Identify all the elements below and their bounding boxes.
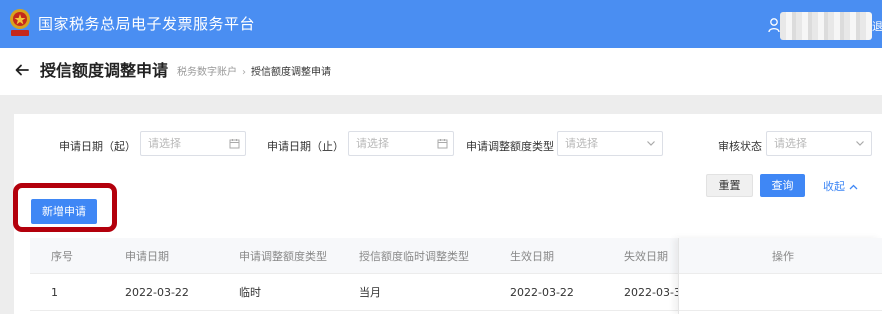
highlight-annotation-box [13, 183, 117, 232]
filter-label-start-date: 申请日期（起） [59, 140, 136, 153]
chevron-up-icon [849, 184, 858, 189]
chevron-right-icon: › [242, 67, 246, 78]
logout-link[interactable]: 退出 [872, 18, 882, 34]
column-header-index: 序号 [51, 250, 73, 263]
breadcrumb-item-current: 授信额度调整申请 [251, 67, 331, 78]
column-header-expiry-date: 失效日期 [624, 250, 668, 263]
adjust-type-select[interactable]: 请选择 [557, 131, 663, 156]
calendar-icon [229, 139, 240, 149]
column-header-apply-date: 申请日期 [125, 250, 169, 263]
user-icon [768, 18, 780, 33]
calendar-icon [437, 139, 448, 149]
column-header-temp-adjust-type: 授信额度临时调整类型 [359, 250, 469, 263]
page-title: 授信额度调整申请 [40, 61, 169, 80]
table-cell-effective-date: 2022-03-22 [510, 286, 574, 299]
query-button[interactable]: 查询 [760, 174, 805, 197]
chevron-down-icon [647, 141, 655, 146]
breadcrumb-item-account[interactable]: 税务数字账户 [177, 67, 237, 78]
reset-button[interactable]: 重置 [706, 174, 753, 197]
end-date-placeholder: 请选择 [356, 137, 389, 150]
page-header: 授信额度调整申请 税务数字账户 › 授信额度调整申请 [0, 48, 882, 95]
tax-emblem-icon [10, 9, 30, 36]
collapse-label: 收起 [823, 180, 845, 193]
user-menu[interactable]: 退出 [768, 12, 882, 40]
filter-label-review-status: 审核状态 [718, 140, 762, 153]
adjust-type-placeholder: 请选择 [565, 137, 598, 150]
start-date-placeholder: 请选择 [148, 137, 181, 150]
table-cell-index: 1 [51, 286, 58, 299]
top-bar: 国家税务总局电子发票服务平台 退出 [0, 0, 882, 48]
filter-label-end-date: 申请日期（止） [267, 140, 344, 153]
app-title: 国家税务总局电子发票服务平台 [38, 15, 256, 33]
table-cell-temp-adjust-type: 当月 [359, 286, 381, 299]
review-status-select[interactable]: 请选择 [766, 131, 872, 156]
filter-label-adjust-type: 申请调整额度类型 [466, 140, 554, 153]
column-header-operation: 操作 [772, 250, 794, 263]
collapse-toggle[interactable]: 收起 [823, 180, 858, 193]
chevron-down-icon [856, 141, 864, 146]
end-date-input[interactable]: 请选择 [348, 131, 454, 156]
table-cell-adjust-type: 临时 [239, 286, 261, 299]
start-date-input[interactable]: 请选择 [140, 131, 246, 156]
table-cell-apply-date: 2022-03-22 [125, 286, 189, 299]
user-name-redacted [780, 12, 872, 40]
breadcrumb: 税务数字账户 › 授信额度调整申请 [177, 67, 331, 79]
review-status-placeholder: 请选择 [774, 137, 807, 150]
table-cell-expiry-date: 2022-03-31 [624, 286, 678, 299]
column-header-adjust-type: 申请调整额度类型 [239, 250, 327, 263]
back-arrow-icon[interactable] [14, 62, 30, 78]
column-header-effective-date: 生效日期 [510, 250, 554, 263]
